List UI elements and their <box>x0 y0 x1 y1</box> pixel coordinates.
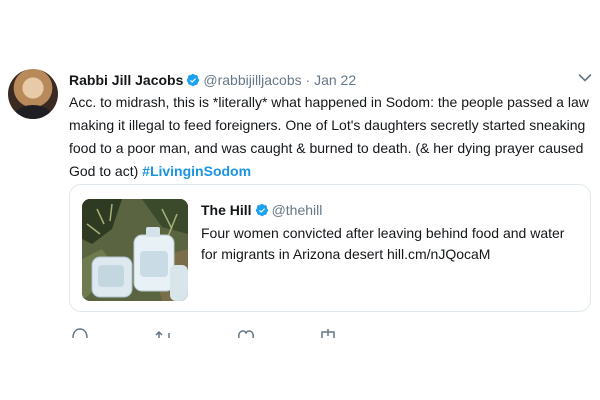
verified-badge-icon <box>187 73 200 87</box>
quoted-tweet-image[interactable] <box>82 199 188 301</box>
tweet-actions <box>69 328 369 338</box>
tweet-text: Acc. to midrash, this is *literally* wha… <box>69 91 591 183</box>
verified-badge-icon <box>255 203 268 217</box>
hashtag-link[interactable]: #LivinginSodom <box>142 163 251 179</box>
quoted-tweet-header: The Hill @thehill <box>201 201 322 219</box>
quoted-author-handle[interactable]: @thehill <box>272 202 323 218</box>
tweet: Rabbi Jill Jacobs @rabbijilljacobs · Jan… <box>0 0 600 400</box>
reply-icon[interactable] <box>71 328 89 338</box>
share-icon[interactable] <box>319 328 337 338</box>
retweet-icon[interactable] <box>155 328 173 338</box>
chevron-down-icon[interactable] <box>578 73 592 83</box>
avatar[interactable] <box>8 69 58 119</box>
tweet-date[interactable]: Jan 22 <box>314 72 356 88</box>
author-name[interactable]: Rabbi Jill Jacobs <box>69 72 183 88</box>
quoted-tweet-card[interactable]: The Hill @thehill Four women convicted a… <box>69 184 591 312</box>
quoted-author-name[interactable]: The Hill <box>201 202 252 218</box>
tweet-header: Rabbi Jill Jacobs @rabbijilljacobs · Jan… <box>69 71 356 89</box>
author-handle[interactable]: @rabbijilljacobs <box>203 72 301 88</box>
separator: · <box>305 72 311 88</box>
heart-icon[interactable] <box>237 328 255 338</box>
quoted-tweet-text: Four women convicted after leaving behin… <box>201 225 565 262</box>
